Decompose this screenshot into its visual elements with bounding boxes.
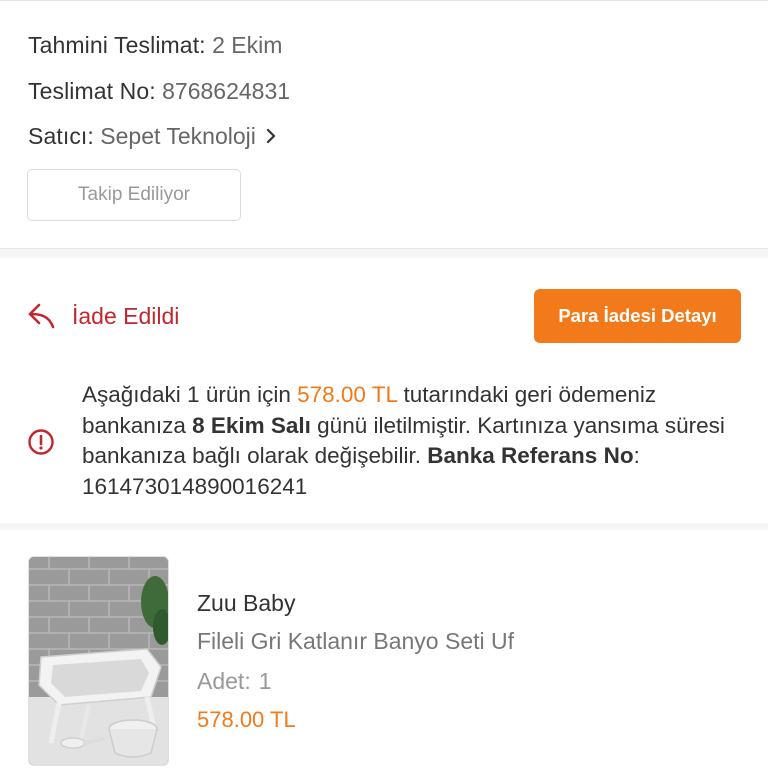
seller-label: Satıcı: bbox=[28, 123, 94, 149]
refund-message: Aşağıdaki 1 ürün için 578.00 TL tutarınd… bbox=[82, 380, 732, 502]
estimated-delivery-value: 2 Ekim bbox=[212, 32, 283, 58]
bank-reference-label: Banka Referans No bbox=[427, 443, 634, 468]
seller-link[interactable]: Sepet Teknoloji bbox=[100, 123, 256, 149]
refund-date: 8 Ekim Salı bbox=[192, 412, 311, 438]
product-price: 578.00 TL bbox=[197, 707, 296, 732]
product-name[interactable]: Fileli Gri Katlanır Banyo Seti Uf bbox=[197, 627, 514, 655]
estimated-delivery-label: Tahmini Teslimat: bbox=[28, 32, 206, 58]
quantity-label: Adet: bbox=[197, 668, 251, 694]
product-brand: Zuu Baby bbox=[197, 590, 296, 616]
product-image-graphic bbox=[29, 557, 168, 765]
delivery-number-label: Teslimat No: bbox=[28, 78, 156, 104]
refund-detail-button[interactable]: Para İadesi Detayı bbox=[534, 289, 741, 343]
quantity-value: 1 bbox=[258, 668, 272, 694]
chevron-right-icon bbox=[267, 129, 276, 144]
product-quantity: Adet: 1 bbox=[197, 667, 272, 695]
refund-amount: 578.00 TL bbox=[297, 382, 398, 407]
delivery-number-row: Teslimat No: 8768624831 bbox=[28, 77, 290, 105]
delivery-number-value: 8768624831 bbox=[162, 78, 291, 104]
follow-status-button[interactable]: Takip Ediliyor bbox=[27, 169, 241, 221]
info-circle-icon bbox=[28, 429, 54, 455]
estimated-delivery-row: Tahmini Teslimat: 2 Ekim bbox=[28, 31, 282, 59]
refund-text-part1: Aşağıdaki 1 ürün için bbox=[82, 382, 298, 407]
undo-arrow-icon bbox=[28, 303, 55, 329]
seller-row[interactable]: Satıcı: Sepet Teknoloji bbox=[28, 122, 276, 150]
returned-status-label: İade Edildi bbox=[72, 303, 180, 329]
product-image[interactable] bbox=[28, 556, 169, 766]
